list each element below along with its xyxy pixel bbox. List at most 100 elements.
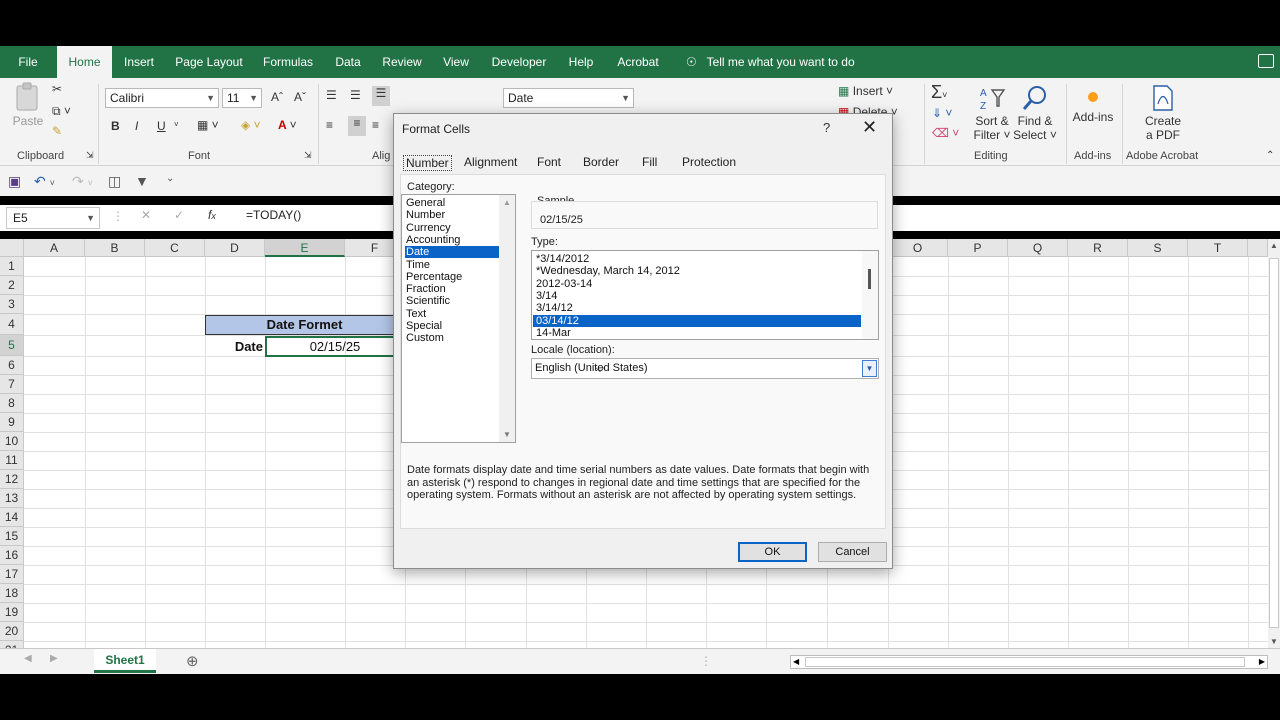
column-header-selected[interactable]: E xyxy=(265,239,345,257)
tab-review[interactable]: Review xyxy=(377,46,427,78)
category-item[interactable]: Currency xyxy=(405,222,499,234)
dialog-tab-border[interactable]: Border xyxy=(583,155,619,169)
scrollbar-thumb[interactable] xyxy=(868,269,871,289)
dialog-tab-fill[interactable]: Fill xyxy=(642,155,657,169)
row-header[interactable]: 14 xyxy=(0,508,24,527)
save-icon[interactable]: ▣ xyxy=(8,173,21,190)
name-box[interactable]: E5 ▼ xyxy=(6,207,100,229)
date-format-header-cell[interactable]: Date Formet xyxy=(205,315,404,335)
category-item[interactable]: Accounting xyxy=(405,234,499,246)
scroll-left-icon[interactable]: ◀ xyxy=(793,656,799,668)
scrollbar-thumb[interactable] xyxy=(805,657,1245,667)
row-header[interactable]: 10 xyxy=(0,432,24,451)
row-header[interactable]: 1 xyxy=(0,257,24,276)
font-size-combo[interactable]: 11 ▼ xyxy=(222,88,262,108)
italic-button[interactable]: I xyxy=(135,119,138,133)
row-header-selected[interactable]: 5 xyxy=(0,335,24,356)
next-sheet-icon[interactable]: ▶ xyxy=(50,653,58,664)
confirm-entry-icon[interactable]: ✓ xyxy=(174,208,184,222)
row-header[interactable]: 16 xyxy=(0,546,24,565)
fill-color-icon[interactable]: ◈ ˅ xyxy=(241,118,261,132)
number-format-combo[interactable]: Date ▼ xyxy=(503,88,634,108)
dialog-tab-alignment[interactable]: Alignment xyxy=(464,155,517,169)
addins-button[interactable]: Add-ins xyxy=(1070,88,1116,124)
type-item[interactable]: 2012-03-14 xyxy=(533,278,861,290)
scrollbar-thumb[interactable] xyxy=(1269,258,1279,628)
type-list[interactable]: *3/14/2012 *Wednesday, March 14, 2012 20… xyxy=(531,250,879,340)
help-button[interactable]: ? xyxy=(823,120,830,135)
category-item-selected[interactable]: Date xyxy=(405,246,499,259)
tab-acrobat[interactable]: Acrobat xyxy=(612,46,664,78)
row-header[interactable]: 7 xyxy=(0,375,24,394)
scroll-down-icon[interactable]: ▼ xyxy=(1270,637,1278,646)
active-cell-e5[interactable]: 02/15/25 xyxy=(265,336,405,357)
category-item[interactable]: Percentage xyxy=(405,271,499,283)
column-header[interactable]: A xyxy=(24,239,85,257)
column-header[interactable]: C xyxy=(145,239,205,257)
borders-icon[interactable]: ▦ ˅ xyxy=(197,118,219,132)
category-list[interactable]: General Number Currency Accounting Date … xyxy=(401,194,516,443)
vertical-scrollbar[interactable]: ▲ ▼ xyxy=(1268,239,1280,648)
tab-formulas[interactable]: Formulas xyxy=(258,46,318,78)
find-select-button[interactable]: Find & Select ˅ xyxy=(1012,84,1058,142)
grow-font-icon[interactable]: Aˆ xyxy=(271,90,283,104)
fill-icon[interactable]: ⇓ ˅ xyxy=(932,106,952,120)
row-header[interactable]: 12 xyxy=(0,470,24,489)
tab-home[interactable]: Home xyxy=(57,46,112,78)
scroll-right-icon[interactable]: ▶ xyxy=(1259,656,1265,668)
tab-developer[interactable]: Developer xyxy=(487,46,551,78)
chevron-down-icon[interactable]: ▼ xyxy=(862,360,877,377)
undo-icon[interactable]: ↶ ˅ xyxy=(34,173,55,190)
column-header[interactable]: R xyxy=(1068,239,1128,257)
type-item[interactable]: 14-Mar xyxy=(533,327,861,339)
row-header[interactable]: 2 xyxy=(0,276,24,295)
shrink-font-icon[interactable]: Aˇ xyxy=(294,90,306,104)
sort-filter-button[interactable]: A Z Sort & Filter ˅ xyxy=(970,84,1014,142)
category-item[interactable]: Text xyxy=(405,308,499,320)
row-header[interactable]: 17 xyxy=(0,565,24,584)
row-header[interactable]: 8 xyxy=(0,394,24,413)
column-header[interactable]: S xyxy=(1128,239,1188,257)
category-item[interactable]: Time xyxy=(405,259,499,271)
tab-file[interactable]: File xyxy=(8,46,48,78)
type-item[interactable]: *Wednesday, March 14, 2012 xyxy=(533,265,861,277)
row-header[interactable]: 13 xyxy=(0,489,24,508)
type-item[interactable]: 3/14/12 xyxy=(533,302,861,314)
type-scrollbar[interactable] xyxy=(862,251,878,339)
row-header[interactable]: 9 xyxy=(0,413,24,432)
cancel-entry-icon[interactable]: ✕ xyxy=(141,208,151,222)
column-header[interactable]: T xyxy=(1188,239,1248,257)
column-header[interactable]: D xyxy=(205,239,265,257)
autosum-icon[interactable]: Σ˅ xyxy=(931,82,947,103)
tab-view[interactable]: View xyxy=(436,46,476,78)
scroll-up-icon[interactable]: ▲ xyxy=(503,198,511,207)
tab-help[interactable]: Help xyxy=(560,46,602,78)
font-launcher-icon[interactable]: ⇲ xyxy=(304,150,312,161)
insert-function-icon[interactable]: fx xyxy=(208,208,216,222)
new-sheet-icon[interactable]: ⊕ xyxy=(186,652,199,670)
column-header[interactable] xyxy=(1248,239,1268,257)
row-header[interactable]: 19 xyxy=(0,603,24,622)
prev-sheet-icon[interactable]: ◀ xyxy=(24,653,32,664)
clipboard-launcher-icon[interactable]: ⇲ xyxy=(86,150,94,161)
category-scrollbar[interactable]: ▲ ▼ xyxy=(499,195,515,442)
cancel-button[interactable]: Cancel xyxy=(818,542,887,562)
scroll-up-icon[interactable]: ▲ xyxy=(1270,241,1278,250)
tab-page-layout[interactable]: Page Layout xyxy=(170,46,248,78)
print-preview-icon[interactable]: ◫ xyxy=(108,173,121,190)
cut-icon[interactable]: ✂ xyxy=(52,82,62,96)
align-left-icon[interactable]: ≡ xyxy=(326,118,333,132)
category-item[interactable]: General xyxy=(405,197,499,209)
tell-me-search[interactable]: ☉ Tell me what you want to do xyxy=(686,46,855,78)
underline-button[interactable]: U xyxy=(157,119,166,133)
row-header[interactable]: 21 xyxy=(0,641,24,648)
close-icon[interactable]: ✕ xyxy=(862,117,877,138)
align-right-icon[interactable]: ≡ xyxy=(372,118,379,132)
create-pdf-button[interactable]: Create a PDF xyxy=(1136,84,1190,142)
column-header[interactable]: B xyxy=(85,239,145,257)
dialog-tab-number[interactable]: Number xyxy=(403,155,452,171)
category-item[interactable]: Fraction xyxy=(405,283,499,295)
row-header[interactable]: 3 xyxy=(0,295,24,314)
row-header[interactable]: 11 xyxy=(0,451,24,470)
type-item[interactable]: *3/14/2012 xyxy=(533,253,861,265)
